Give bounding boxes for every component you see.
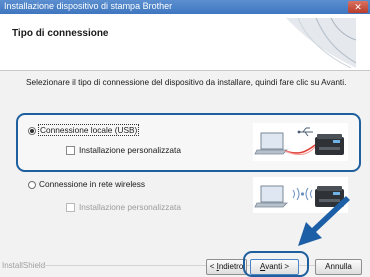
back-button-prefix: < <box>209 262 217 271</box>
checkbox-custom-install-usb[interactable] <box>66 146 75 155</box>
radio-wireless[interactable] <box>28 181 36 189</box>
radio-label-local-usb[interactable]: Connessione locale (USB) <box>37 124 140 136</box>
radio-local-usb[interactable] <box>28 127 36 135</box>
pointer-arrow-icon <box>298 196 350 246</box>
cancel-button[interactable]: Annulla <box>315 259 362 275</box>
footer-divider <box>40 265 360 266</box>
back-button[interactable]: < Indietro <box>206 259 247 275</box>
radio-selected-dot <box>30 129 34 133</box>
usb-connection-illustration-icon <box>253 123 348 161</box>
option-local-usb: Connessione locale (USB) Installazione p… <box>16 113 361 172</box>
page-title: Tipo di connessione <box>12 28 109 39</box>
title-bar: Installazione dispositivo di stampa Brot… <box>0 0 370 14</box>
installshield-brand: InstallShield <box>2 261 46 270</box>
header-decoration-icon <box>286 18 356 68</box>
back-button-rest: ndietro <box>218 262 244 271</box>
checkbox-custom-install-wireless <box>66 203 75 212</box>
next-button-highlight <box>243 251 309 277</box>
checkbox-label-custom-install-wireless: Installazione personalizzata <box>79 202 181 212</box>
instruction-text: Selezionare il tipo di connessione del d… <box>26 77 347 87</box>
close-button[interactable]: ✕ <box>348 1 368 13</box>
wizard-header: Tipo di connessione <box>0 14 370 71</box>
checkbox-label-custom-install-usb[interactable]: Installazione personalizzata <box>79 145 181 155</box>
radio-label-wireless[interactable]: Connessione in rete wireless <box>39 179 145 189</box>
close-icon: ✕ <box>354 2 362 12</box>
window-title: Installazione dispositivo di stampa Brot… <box>4 1 173 11</box>
